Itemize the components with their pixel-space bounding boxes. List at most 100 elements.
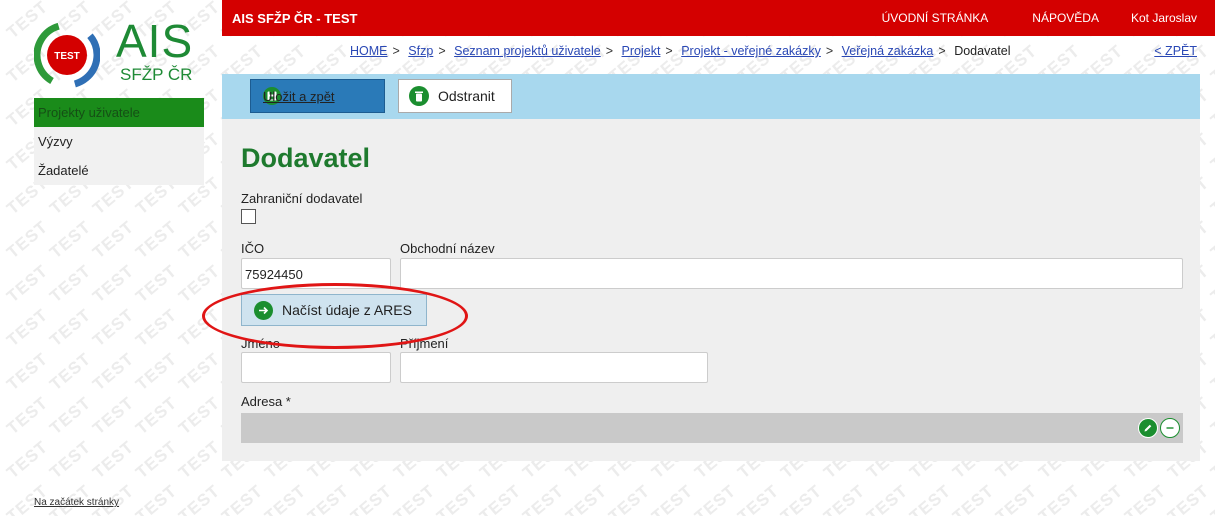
- watermark-text: TEST: [777, 481, 826, 516]
- home-link[interactable]: ÚVODNÍ STRÁNKA: [860, 11, 1011, 25]
- load-from-ares-button[interactable]: Načíst údaje z ARES: [241, 294, 427, 326]
- back-link[interactable]: < ZPĚT: [1154, 44, 1197, 58]
- watermark-text: TEST: [1207, 129, 1215, 175]
- save-button-label: Uložit a zpět: [263, 88, 335, 104]
- watermark-text: TEST: [132, 261, 181, 307]
- watermark-text: TEST: [1207, 217, 1215, 263]
- watermark-text: TEST: [46, 393, 95, 439]
- watermark-text: TEST: [1207, 393, 1215, 439]
- watermark-text: TEST: [175, 261, 224, 307]
- watermark-text: TEST: [261, 481, 310, 516]
- watermark-text: TEST: [691, 481, 740, 516]
- logo-ring-icon: TEST: [34, 22, 100, 88]
- logo-subtitle: SFŽP ČR: [120, 65, 193, 84]
- help-link[interactable]: NÁPOVĚDA: [1010, 11, 1121, 25]
- sidebar-item-applicants[interactable]: Žadatelé: [34, 156, 204, 185]
- watermark-text: TEST: [1207, 261, 1215, 307]
- app-title: AIS SFŽP ČR - TEST: [232, 10, 358, 26]
- watermark-text: TEST: [132, 217, 181, 263]
- watermark-text: TEST: [562, 481, 611, 516]
- watermark-text: TEST: [89, 437, 138, 483]
- watermark-text: TEST: [820, 481, 869, 516]
- watermark-text: TEST: [949, 481, 998, 516]
- watermark-text: TEST: [1207, 41, 1215, 87]
- watermark-text: TEST: [132, 349, 181, 395]
- remove-icon[interactable]: [1160, 418, 1180, 438]
- arrow-right-icon: [254, 300, 273, 320]
- watermark-text: TEST: [1207, 305, 1215, 351]
- sidebar-nav: Projekty uživatele Výzvy Žadatelé: [34, 98, 204, 185]
- watermark-text: TEST: [347, 481, 396, 516]
- delete-button-label: Odstranit: [438, 88, 495, 104]
- watermark-text: TEST: [1207, 481, 1215, 516]
- watermark-text: TEST: [132, 393, 181, 439]
- toolbar: Uložit a zpět Odstranit: [222, 74, 1200, 119]
- business-name-label: Obchodní název: [400, 241, 495, 256]
- ico-input[interactable]: 75924450: [241, 258, 391, 289]
- sidebar-item-calls[interactable]: Výzvy: [34, 127, 204, 156]
- breadcrumb-public-contracts[interactable]: Projekt - veřejné zakázky: [681, 44, 821, 58]
- ico-label: IČO: [241, 241, 265, 256]
- trash-icon: [409, 86, 429, 106]
- watermark-text: TEST: [89, 217, 138, 263]
- foreign-supplier-checkbox[interactable]: [241, 209, 256, 224]
- watermark-text: TEST: [519, 481, 568, 516]
- watermark-text: TEST: [1078, 481, 1127, 516]
- watermark-text: TEST: [1207, 85, 1215, 131]
- watermark-text: TEST: [863, 481, 912, 516]
- breadcrumb-sfzp[interactable]: Sfzp: [408, 44, 433, 58]
- watermark-text: TEST: [132, 305, 181, 351]
- watermark-text: TEST: [1035, 481, 1084, 516]
- watermark-text: TEST: [175, 217, 224, 263]
- breadcrumb-project[interactable]: Projekt: [622, 44, 661, 58]
- watermark-text: TEST: [1164, 481, 1213, 516]
- address-label: Adresa *: [241, 394, 291, 409]
- watermark-text: TEST: [3, 437, 52, 483]
- watermark-text: TEST: [46, 217, 95, 263]
- delete-button[interactable]: Odstranit: [398, 79, 512, 113]
- watermark-text: TEST: [734, 481, 783, 516]
- watermark-text: TEST: [3, 305, 52, 351]
- watermark-text: TEST: [1207, 437, 1215, 483]
- first-name-label: Jméno: [241, 336, 281, 351]
- watermark-text: TEST: [89, 393, 138, 439]
- watermark-text: TEST: [46, 305, 95, 351]
- address-field[interactable]: [241, 413, 1183, 443]
- logo[interactable]: TEST AIS SFŽP ČR: [34, 15, 194, 88]
- watermark-text: TEST: [3, 393, 52, 439]
- watermark-text: TEST: [1207, 173, 1215, 219]
- last-name-input[interactable]: [400, 352, 708, 383]
- watermark-text: TEST: [218, 481, 267, 516]
- breadcrumb: HOME > Sfzp > Seznam projektů uživatele > P…: [350, 44, 1011, 58]
- watermark-text: TEST: [46, 349, 95, 395]
- watermark-text: TEST: [89, 349, 138, 395]
- foreign-supplier-label: Zahraniční dodavatel: [241, 191, 363, 206]
- breadcrumb-public-contract[interactable]: Veřejná zakázka: [842, 44, 934, 58]
- logo-name: AIS: [116, 15, 194, 67]
- watermark-text: TEST: [390, 481, 439, 516]
- watermark-text: TEST: [3, 349, 52, 395]
- edit-icon[interactable]: [1138, 418, 1158, 438]
- save-and-back-button[interactable]: Uložit a zpět: [250, 79, 385, 113]
- page-title: Dodavatel: [241, 143, 371, 173]
- watermark-text: TEST: [89, 305, 138, 351]
- breadcrumb-home[interactable]: HOME: [350, 44, 388, 58]
- user-name[interactable]: Kot Jaroslav: [1121, 11, 1215, 25]
- watermark-text: TEST: [1207, 349, 1215, 395]
- top-bar: AIS SFŽP ČR - TEST ÚVODNÍ STRÁNKA NÁPOVĚ…: [222, 0, 1215, 36]
- watermark-text: TEST: [132, 437, 181, 483]
- watermark-text: TEST: [89, 261, 138, 307]
- back-to-top-link[interactable]: Na začátek stránky: [34, 497, 119, 508]
- watermark-text: TEST: [433, 481, 482, 516]
- business-name-input[interactable]: [400, 258, 1183, 289]
- watermark-text: TEST: [1121, 481, 1170, 516]
- watermark-text: TEST: [175, 437, 224, 483]
- watermark-text: TEST: [175, 305, 224, 351]
- breadcrumb-user-projects[interactable]: Seznam projektů uživatele: [454, 44, 601, 58]
- watermark-text: TEST: [906, 481, 955, 516]
- first-name-input[interactable]: [241, 352, 391, 383]
- watermark-text: TEST: [175, 349, 224, 395]
- breadcrumb-current: Dodavatel: [954, 44, 1011, 58]
- sidebar-item-projects[interactable]: Projekty uživatele: [34, 98, 204, 127]
- watermark-text: TEST: [3, 217, 52, 263]
